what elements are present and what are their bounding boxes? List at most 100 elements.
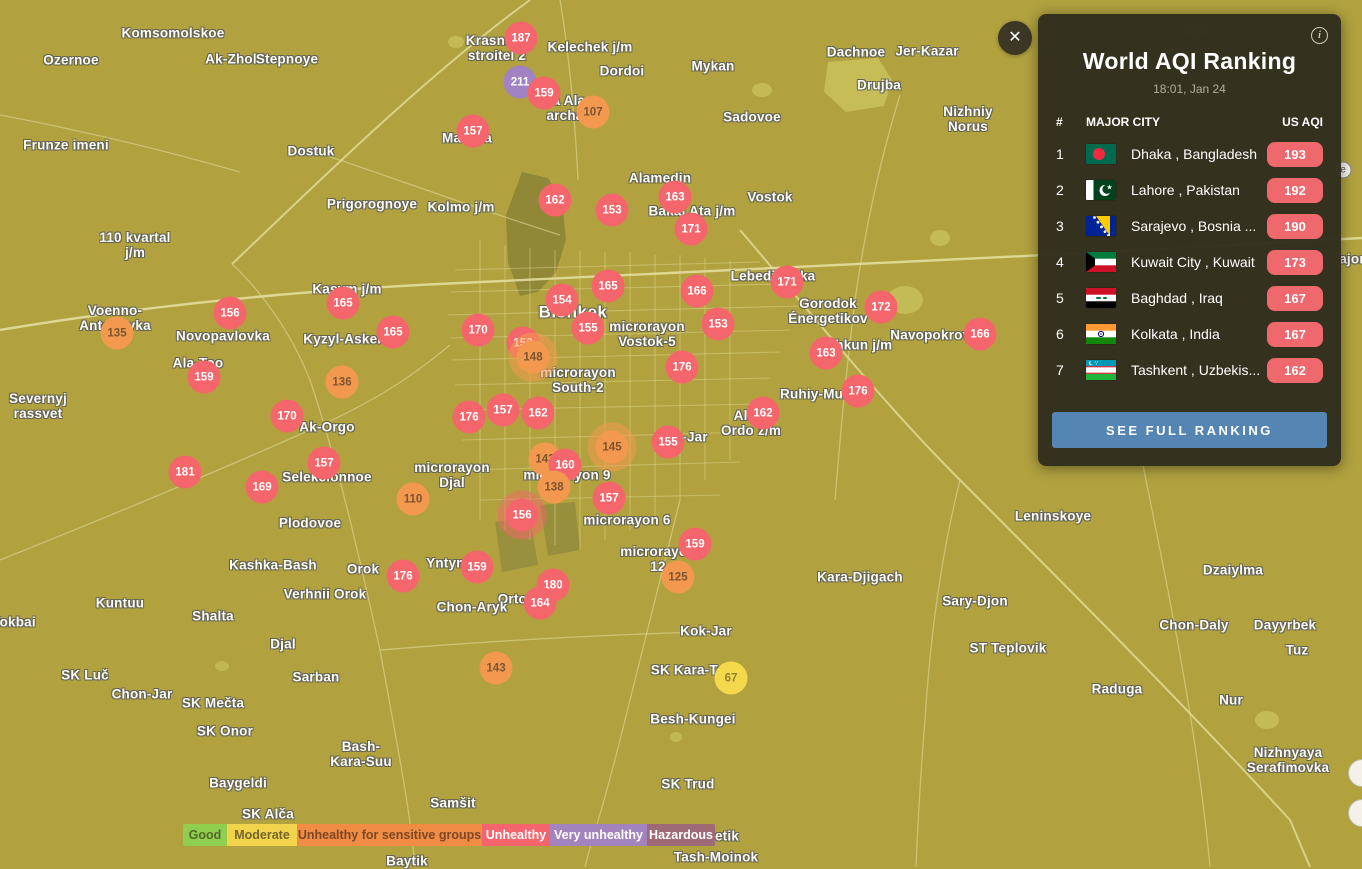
legend-item-unhealthy-for-sensitive-groups: Unhealthy for sensitive groups (297, 824, 482, 846)
us-aqi-badge: 173 (1267, 250, 1323, 275)
aqi-marker[interactable]: 165 (377, 316, 410, 349)
aqi-marker[interactable]: 171 (771, 266, 804, 299)
ranking-row[interactable]: 2 Lahore , Pakistan192 (1056, 172, 1323, 208)
aqi-marker[interactable]: 125 (662, 561, 695, 594)
world-aqi-ranking-panel: i World AQI Ranking 18:01, Jan 24 # MAJO… (1038, 14, 1341, 466)
aqi-legend: GoodModerateUnhealthy for sensitive grou… (183, 824, 715, 846)
legend-item-good: Good (183, 824, 227, 846)
aqi-marker[interactable]: 170 (462, 314, 495, 347)
aqi-marker[interactable]: 162 (747, 397, 780, 430)
ranking-row[interactable]: 5 Baghdad , Iraq167 (1056, 280, 1323, 316)
flag-iraq-icon (1086, 288, 1116, 308)
aqi-marker[interactable]: 107 (577, 96, 610, 129)
aqi-marker[interactable]: 159 (679, 528, 712, 561)
aqi-marker[interactable]: 143 (480, 652, 513, 685)
aqi-marker[interactable]: 138 (538, 471, 571, 504)
ranking-row[interactable]: 4Kuwait City , Kuwait173 (1056, 244, 1323, 280)
aqi-marker[interactable]: 153 (702, 308, 735, 341)
aqi-marker[interactable]: 176 (387, 560, 420, 593)
aqi-marker[interactable]: 187 (505, 22, 538, 55)
aqi-marker[interactable]: 176 (666, 351, 699, 384)
aqi-marker[interactable]: 162 (539, 184, 572, 217)
aqi-marker[interactable]: 157 (308, 447, 341, 480)
aqi-marker[interactable]: 163 (659, 181, 692, 214)
ranking-row[interactable]: 1 Dhaka , Bangladesh193 (1056, 136, 1323, 172)
close-icon[interactable]: ✕ (998, 21, 1032, 55)
ranking-position: 4 (1056, 254, 1086, 270)
ranking-row[interactable]: 3 Sarajevo , Bosnia ...190 (1056, 208, 1323, 244)
ranking-position: 1 (1056, 146, 1086, 162)
column-us-aqi: US AQI (1282, 115, 1323, 129)
ranking-city-name: Tashkent , Uzbekis... (1131, 362, 1267, 378)
ranking-city-name: Lahore , Pakistan (1131, 182, 1267, 198)
aqi-marker[interactable]: 166 (964, 318, 997, 351)
ranking-city-name: Sarajevo , Bosnia ... (1131, 218, 1267, 234)
flag-bosnia-herzegovina-icon (1086, 216, 1116, 236)
ranking-position: 7 (1056, 362, 1086, 378)
info-icon[interactable]: i (1311, 27, 1328, 44)
legend-item-very-unhealthy: Very unhealthy (550, 824, 647, 846)
aqi-marker[interactable]: 163 (810, 337, 843, 370)
ranking-position: 2 (1056, 182, 1086, 198)
aqi-marker[interactable]: 176 (842, 375, 875, 408)
ranking-position: 3 (1056, 218, 1086, 234)
aqi-marker[interactable]: 176 (453, 401, 486, 434)
aqi-marker[interactable]: 165 (327, 287, 360, 320)
ranking-city-name: Kolkata , India (1131, 326, 1267, 342)
ranking-table-header: # MAJOR CITY US AQI (1056, 114, 1323, 130)
us-aqi-badge: 162 (1267, 358, 1323, 383)
legend-item-hazardous: Hazardous (647, 824, 715, 846)
ranking-city-name: Baghdad , Iraq (1131, 290, 1267, 306)
aqi-marker[interactable]: 181 (169, 456, 202, 489)
aqi-marker[interactable]: 155 (572, 312, 605, 345)
see-full-ranking-button[interactable]: SEE FULL RANKING (1052, 412, 1327, 448)
aqi-marker[interactable]: 157 (593, 482, 626, 515)
aqi-marker[interactable]: 164 (524, 587, 557, 620)
panel-timestamp: 18:01, Jan 24 (1038, 82, 1341, 96)
aqi-marker[interactable]: 159 (528, 77, 561, 110)
aqi-marker[interactable]: 166 (681, 275, 714, 308)
flag-pakistan-icon (1086, 180, 1116, 200)
aqi-marker[interactable]: 165 (592, 270, 625, 303)
column-rank: # (1056, 115, 1086, 129)
aqi-marker[interactable]: 157 (487, 394, 520, 427)
legend-item-unhealthy: Unhealthy (482, 824, 550, 846)
aqi-marker[interactable]: 156 (214, 297, 247, 330)
flag-kuwait-icon (1086, 252, 1116, 272)
aqi-marker[interactable]: 136 (326, 366, 359, 399)
aqi-marker[interactable]: 148 (517, 341, 550, 374)
flag-bangladesh-icon (1086, 144, 1116, 164)
aqi-marker[interactable]: 170 (271, 400, 304, 433)
flag-india-icon (1086, 324, 1116, 344)
aqi-marker[interactable]: 159 (461, 551, 494, 584)
ranking-position: 6 (1056, 326, 1086, 342)
us-aqi-badge: 193 (1267, 142, 1323, 167)
aqi-marker[interactable]: 145 (596, 431, 629, 464)
aqi-marker[interactable]: 67 (715, 662, 748, 695)
us-aqi-badge: 167 (1267, 286, 1323, 311)
panel-title: World AQI Ranking (1038, 48, 1341, 75)
aqi-marker[interactable]: 110 (397, 483, 430, 516)
ranking-row[interactable]: 6 Kolkata , India167 (1056, 316, 1323, 352)
ranking-rows: 1 Dhaka , Bangladesh193 2 Lahore , Pakistan… (1056, 136, 1323, 388)
aqi-marker[interactable]: 159 (188, 361, 221, 394)
us-aqi-badge: 192 (1267, 178, 1323, 203)
flag-uzbekistan-icon (1086, 360, 1116, 380)
ranking-city-name: Dhaka , Bangladesh (1131, 146, 1267, 162)
aqi-marker[interactable]: 135 (101, 317, 134, 350)
ranking-row[interactable]: 7 Tashkent , Uzbekis...162 (1056, 352, 1323, 388)
us-aqi-badge: 167 (1267, 322, 1323, 347)
legend-item-moderate: Moderate (227, 824, 297, 846)
column-major-city: MAJOR CITY (1086, 115, 1282, 129)
aqi-marker[interactable]: 153 (596, 194, 629, 227)
aqi-marker[interactable]: 169 (246, 471, 279, 504)
aqi-marker[interactable]: 171 (675, 213, 708, 246)
us-aqi-badge: 190 (1267, 214, 1323, 239)
aqi-marker[interactable]: 172 (865, 291, 898, 324)
aqi-marker[interactable]: 155 (652, 426, 685, 459)
aqi-marker[interactable]: 156 (506, 499, 539, 532)
aqi-marker[interactable]: 154 (546, 284, 579, 317)
aqi-marker[interactable]: 157 (457, 115, 490, 148)
ranking-position: 5 (1056, 290, 1086, 306)
aqi-marker[interactable]: 162 (522, 397, 555, 430)
